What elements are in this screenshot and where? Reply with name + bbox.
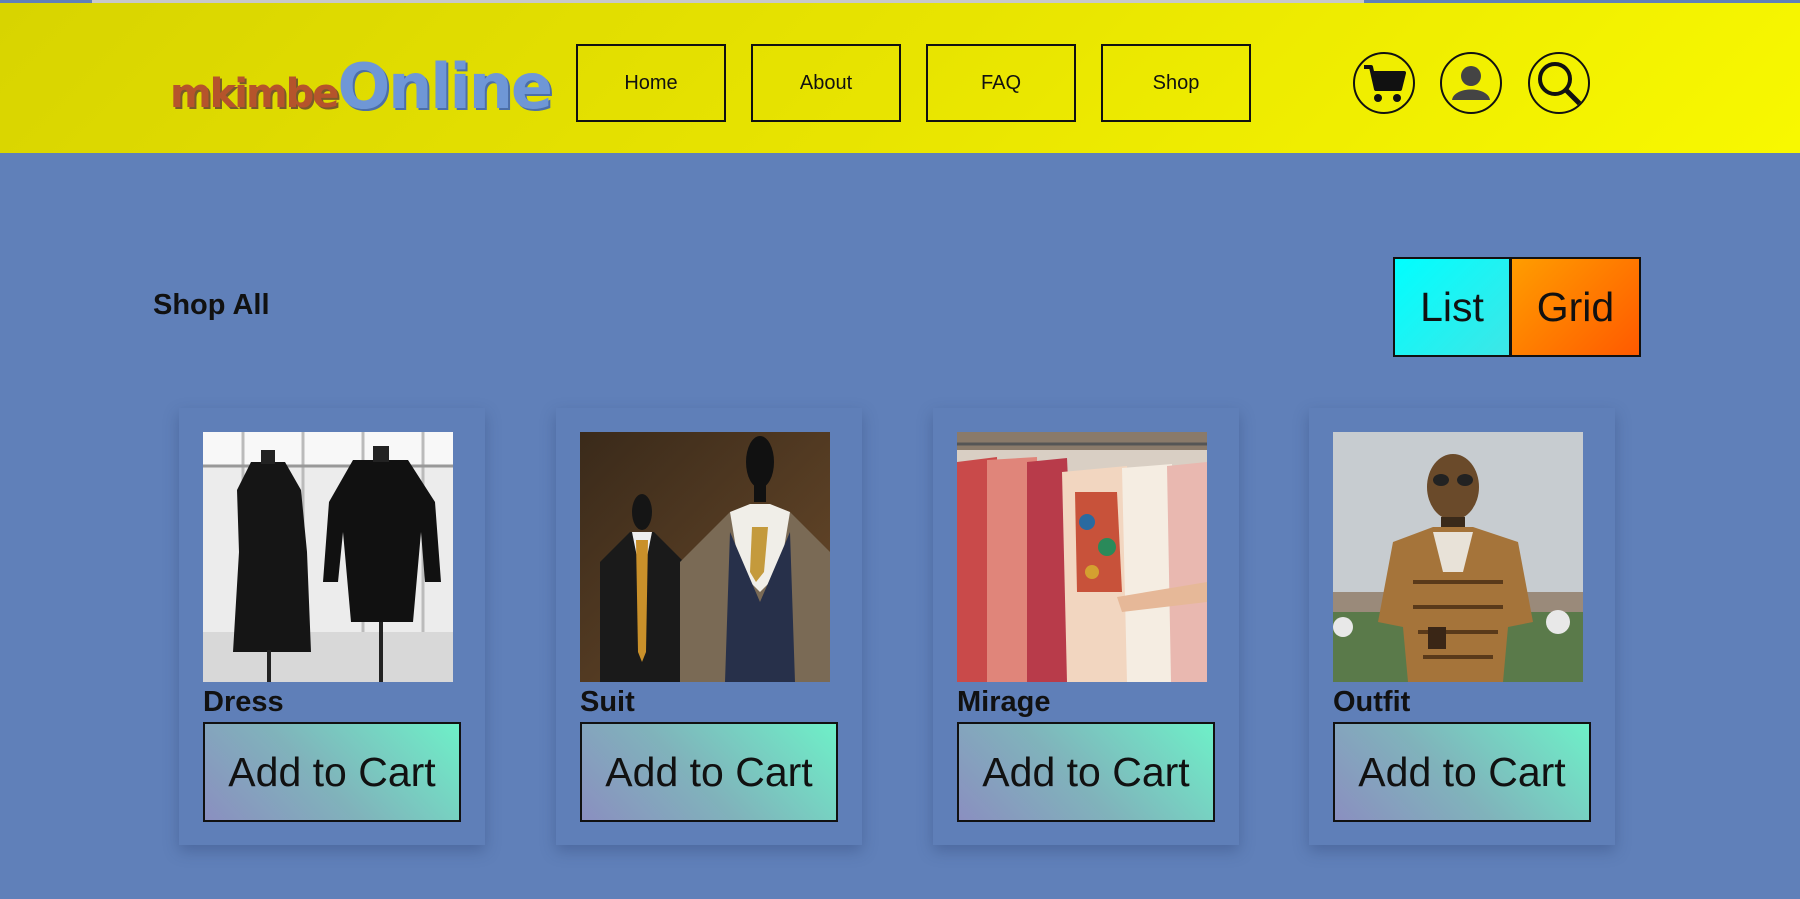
nav-home-button[interactable]: Home — [576, 44, 726, 122]
site-header: mkimbe Online Home About FAQ Shop — [0, 3, 1800, 153]
page-title: Shop All — [153, 289, 270, 321]
nav-shop-button[interactable]: Shop — [1101, 44, 1251, 122]
logo-text-mkimbe: mkimbe — [170, 71, 339, 117]
user-icon[interactable] — [1440, 52, 1502, 114]
product-image-mirage[interactable] — [957, 432, 1207, 682]
add-to-cart-button[interactable]: Add to Cart — [1333, 722, 1591, 822]
product-card-suit: Suit Add to Cart — [556, 408, 862, 845]
search-icon[interactable] — [1528, 52, 1590, 114]
grid-view-button[interactable]: Grid — [1510, 257, 1641, 357]
product-card-mirage: Mirage Add to Cart — [933, 408, 1239, 845]
nav-about-button[interactable]: About — [751, 44, 901, 122]
product-name: Outfit — [1333, 686, 1411, 718]
product-name: Mirage — [957, 686, 1051, 718]
add-to-cart-button[interactable]: Add to Cart — [957, 722, 1215, 822]
product-card-outfit: Outfit Add to Cart — [1309, 408, 1615, 845]
site-logo[interactable]: mkimbe Online — [170, 47, 553, 123]
add-to-cart-button[interactable]: Add to Cart — [580, 722, 838, 822]
product-name: Dress — [203, 686, 284, 718]
logo-text-online: Online — [337, 50, 553, 123]
list-view-button[interactable]: List — [1393, 257, 1511, 357]
nav-faq-button[interactable]: FAQ — [926, 44, 1076, 122]
product-card-dress: Dress Add to Cart — [179, 408, 485, 845]
product-image-suit[interactable] — [580, 432, 830, 682]
product-image-dress[interactable] — [203, 432, 453, 682]
product-image-outfit[interactable] — [1333, 432, 1583, 682]
cart-icon[interactable] — [1353, 52, 1415, 114]
product-name: Suit — [580, 686, 635, 718]
add-to-cart-button[interactable]: Add to Cart — [203, 722, 461, 822]
